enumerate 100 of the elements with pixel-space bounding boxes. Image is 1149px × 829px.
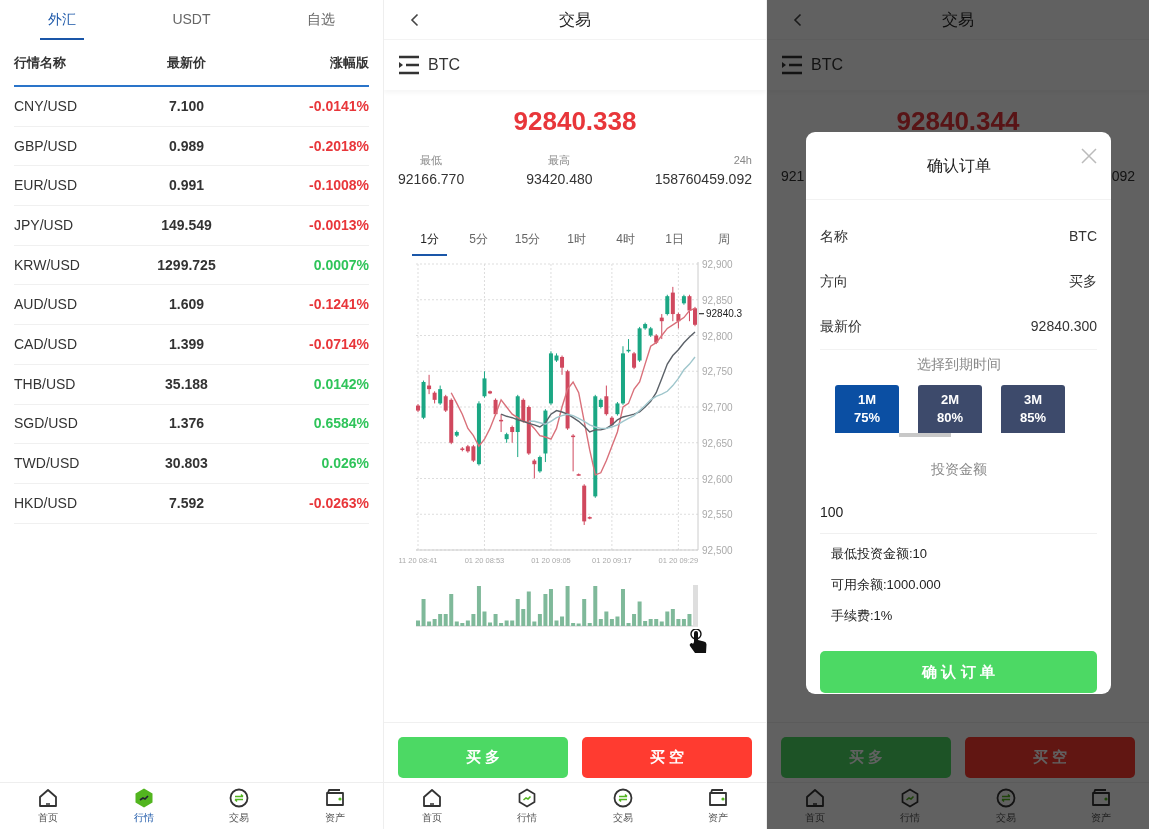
pair-name: EUR/USD <box>14 176 78 196</box>
price-value: 149.549 <box>160 215 213 235</box>
field-label: 方向 <box>820 272 848 291</box>
symbol-name: BTC <box>811 55 843 75</box>
info-text: 手续费:1% <box>830 606 894 625</box>
axis-label: 92,500 <box>702 545 733 556</box>
wallet-icon <box>707 787 730 809</box>
buy-short-button[interactable]: 买 空 <box>582 737 752 778</box>
stat-label: 最高 <box>548 153 571 168</box>
change-value: -0.1241% <box>308 295 369 315</box>
interval-tab[interactable]: 5分 <box>454 222 503 257</box>
change-value: -0.0263% <box>308 493 369 513</box>
price-value: 1.399 <box>167 334 205 354</box>
field-value: 92840.300 <box>1030 317 1097 336</box>
info-text: 可用余额:1000.000 <box>830 575 942 594</box>
interval-tab[interactable]: 4时 <box>601 222 650 257</box>
page-title: 交易 <box>558 9 592 30</box>
exchange-icon <box>994 787 1017 809</box>
axis-label: 92,850 <box>702 294 733 306</box>
pair-name: AUD/USD <box>14 295 78 315</box>
pair-name: JPY/USD <box>14 215 75 235</box>
price-value: 35.188 <box>164 374 209 394</box>
price-value: 0.991 <box>167 176 205 196</box>
nav-tab[interactable]: 首页 <box>0 783 96 829</box>
exchange-icon <box>228 787 251 809</box>
stat-value: 93420.480 <box>526 169 593 189</box>
tab[interactable]: USDT <box>164 0 219 40</box>
axis-label: 92,650 <box>702 437 733 449</box>
change-value: 0.026% <box>320 454 369 474</box>
pair-name: SGD/USD <box>14 414 79 434</box>
dialog-title: 确认订单 <box>926 155 991 176</box>
stat-label: 最低 <box>420 153 443 168</box>
wallet-icon <box>324 787 347 809</box>
page-title: 交易 <box>941 9 975 30</box>
stat-value: 92166.770 <box>398 169 465 189</box>
stat-label: 24h <box>733 153 752 168</box>
home-icon <box>420 787 443 809</box>
expiry-option[interactable]: 2M 80% <box>918 385 982 433</box>
price-value: 7.592 <box>167 493 205 513</box>
field-value: 买多 <box>1069 272 1097 291</box>
current-price: 92840.338 <box>512 104 638 138</box>
nav-tab[interactable]: 交易 <box>191 783 288 829</box>
current-price: 92840.344 <box>895 104 1021 138</box>
interval-tab[interactable]: 1分 <box>405 222 454 257</box>
axis-label: 92,800 <box>702 330 733 342</box>
interval-tab[interactable]: 1日 <box>650 222 699 257</box>
change-value: -0.0013% <box>308 215 369 235</box>
axis-label: 92,700 <box>702 402 733 413</box>
price-value: 1.609 <box>167 295 205 315</box>
nav-tab[interactable]: 交易 <box>575 783 671 829</box>
nav-tab[interactable]: 首页 <box>384 783 480 829</box>
field-label: 名称 <box>820 227 848 246</box>
axis-label: 92,550 <box>702 509 733 521</box>
pair-name: GBP/USD <box>14 136 78 156</box>
pair-name: CAD/USD <box>14 334 78 354</box>
home-icon <box>36 787 59 809</box>
symbol-name: BTC <box>428 55 460 75</box>
interval-tab[interactable]: 1时 <box>552 222 601 257</box>
tab[interactable]: 自选 <box>298 0 343 40</box>
price-value: 1.376 <box>167 414 205 434</box>
change-value: 0.0007% <box>312 255 369 275</box>
nav-tab[interactable]: 行情 <box>479 783 575 829</box>
nav-tab[interactable]: 资产 <box>670 783 766 829</box>
section-label: 选择到期时间 <box>915 355 1002 374</box>
stat-value: 158760459.092 <box>654 169 752 189</box>
change-value: 0.6584% <box>312 414 369 434</box>
back-icon[interactable] <box>410 12 419 27</box>
interval-tab[interactable]: 15分 <box>503 222 552 257</box>
nav-tab[interactable]: 行情 <box>95 783 192 829</box>
wallet-icon <box>1090 787 1113 809</box>
price-value: 7.100 <box>167 96 205 116</box>
axis-label: 92,750 <box>702 366 733 378</box>
home-icon <box>803 787 826 809</box>
interval-tab[interactable]: 周 <box>699 222 748 257</box>
menu-icon[interactable] <box>398 55 420 75</box>
price-value: 1299.725 <box>156 255 217 275</box>
price-value: 0.989 <box>167 136 205 156</box>
expiry-option[interactable]: 3M 85% <box>1001 385 1065 433</box>
info-text: 最低投资金额:10 <box>830 544 929 563</box>
pair-name: KRW/USD <box>14 255 81 275</box>
close-icon[interactable] <box>1081 148 1097 164</box>
column-header: 最新价 <box>166 53 207 72</box>
section-label: 投资金额 <box>929 460 988 479</box>
field-value: BTC <box>1069 227 1097 246</box>
price-value: 30.803 <box>164 454 209 474</box>
field-label: 最新价 <box>820 317 862 336</box>
tab[interactable]: 外汇 <box>40 0 85 40</box>
column-header: 行情名称 <box>14 53 67 72</box>
change-value: 0.0142% <box>312 374 369 394</box>
change-value: -0.2018% <box>308 136 369 156</box>
nav-tab[interactable]: 资产 <box>287 783 383 829</box>
exchange-icon <box>611 787 634 809</box>
pair-name: TWD/USD <box>14 454 81 474</box>
change-value: -0.0141% <box>308 96 369 116</box>
last-price-label: 92840.3 <box>698 308 743 320</box>
axis-label: 92,900 <box>702 259 733 270</box>
expiry-option[interactable]: 1M 75% <box>835 385 899 433</box>
column-header: 涨幅版 <box>329 53 369 72</box>
scrollbar-thumb[interactable] <box>899 433 951 437</box>
stat-value: 921 <box>781 167 805 186</box>
